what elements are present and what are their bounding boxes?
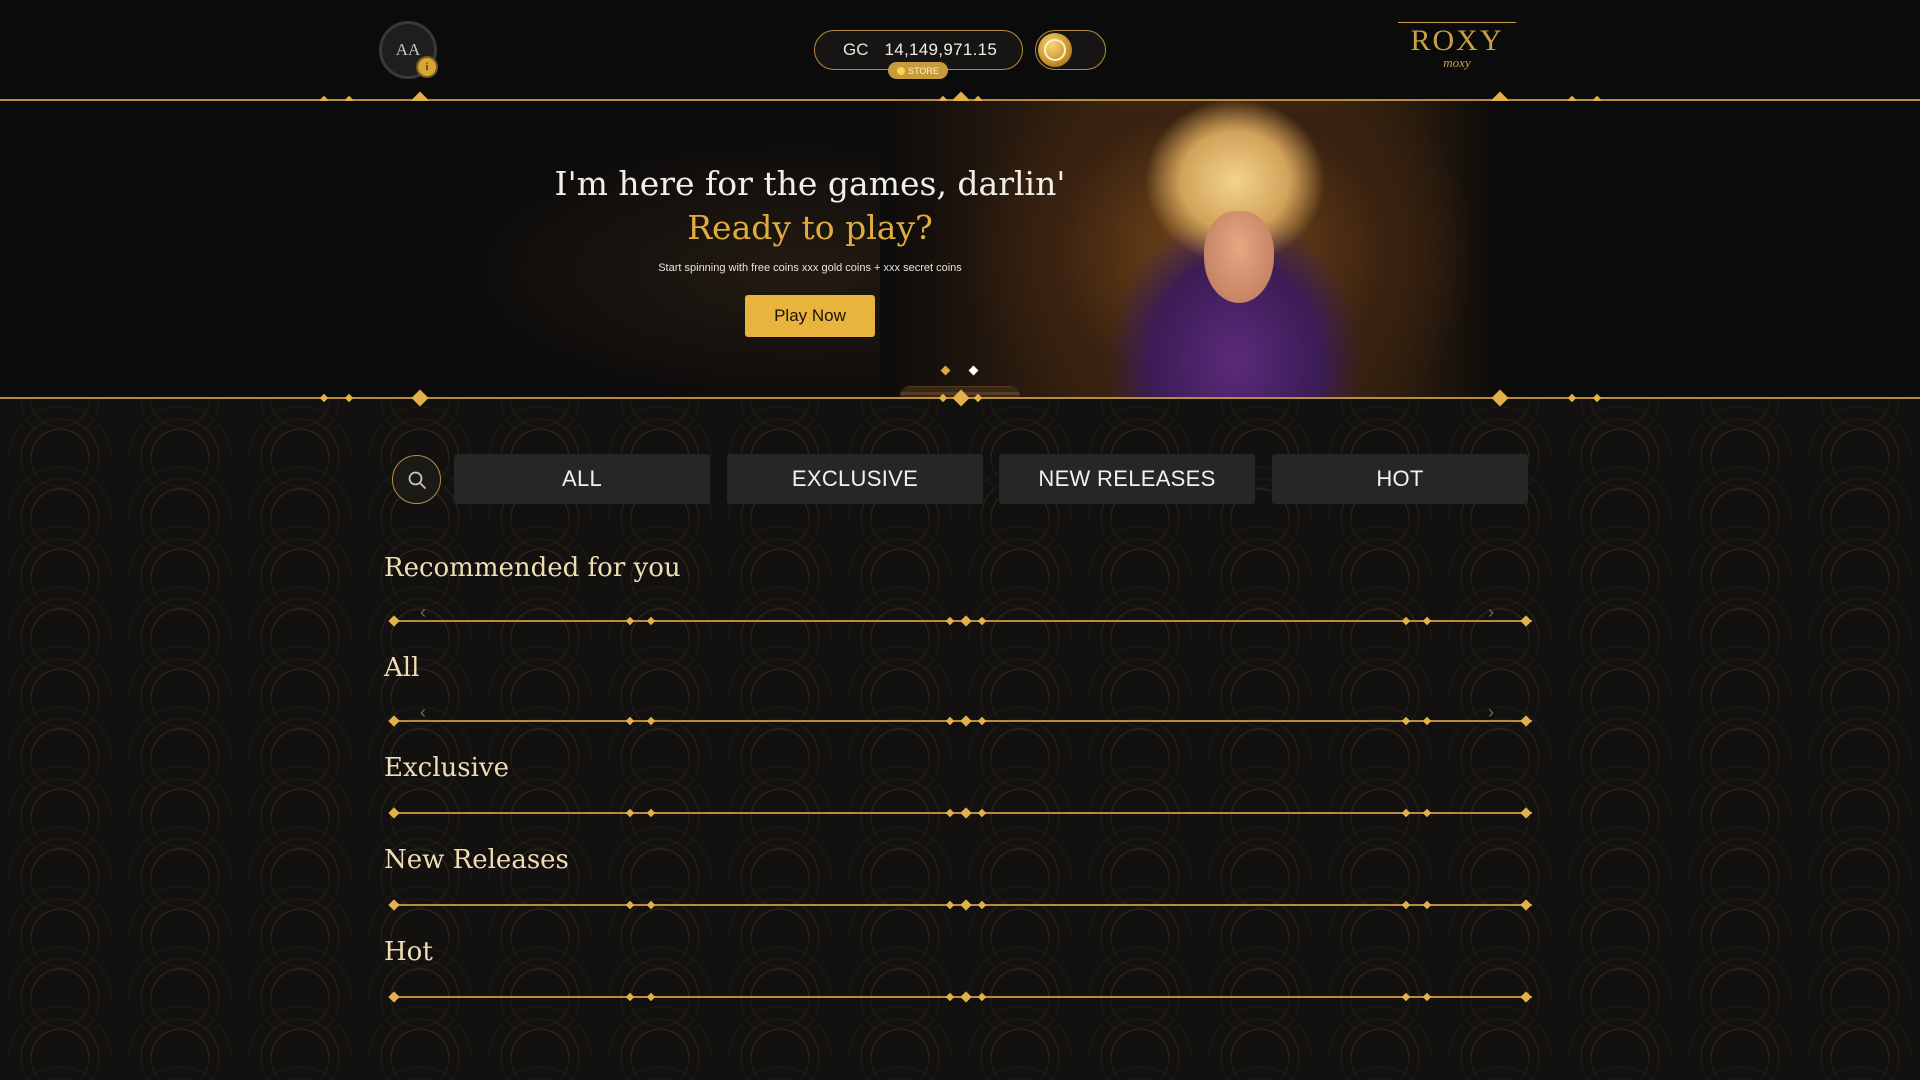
top-header: AA i GC 14,149,971.15 STORE ROXY moxy [0, 0, 1920, 100]
logo-top-rule [1398, 22, 1516, 23]
chevron-left-icon[interactable]: ‹ [420, 603, 426, 621]
section-title-all: All [384, 653, 420, 683]
avatar-info-badge[interactable]: i [416, 56, 438, 78]
hero-description: Start spinning with free coins xxx gold … [658, 262, 962, 274]
section-title-recommended: Recommended for you [384, 553, 681, 583]
chevron-left-icon[interactable]: ‹ [420, 703, 426, 721]
coin-icon [1038, 33, 1072, 67]
coin-icon [897, 66, 906, 75]
currency-toggle[interactable] [1035, 30, 1106, 70]
balance-currency: GC [843, 40, 869, 59]
balance-amount: 14,149,971.15 [884, 40, 998, 59]
logo-main-text: ROXY [1410, 24, 1504, 57]
hero-text: I'm here for the games, darlin' Ready to… [510, 162, 1110, 274]
hero-title: I'm here for the games, darlin' [554, 164, 1066, 203]
store-button[interactable]: STORE [888, 62, 948, 79]
store-label: STORE [908, 65, 939, 76]
hero-woman-face [1204, 211, 1274, 303]
tab-hot[interactable]: HOT [1272, 454, 1528, 504]
tab-all[interactable]: ALL [454, 454, 710, 504]
chevron-right-icon[interactable]: › [1488, 703, 1494, 721]
hero-subtitle: Ready to play? [687, 208, 933, 247]
tab-exclusive[interactable]: EXCLUSIVE [727, 454, 983, 504]
search-button[interactable] [392, 455, 441, 504]
tab-new-releases[interactable]: NEW RELEASES [999, 454, 1255, 504]
section-title-new-releases: New Releases [384, 845, 569, 875]
section-title-hot: Hot [384, 937, 433, 967]
search-icon [408, 471, 426, 489]
chevron-right-icon[interactable]: › [1488, 603, 1494, 621]
avatar-initials: AA [395, 40, 421, 59]
avatar[interactable]: AA i [379, 21, 438, 79]
logo-sub-text: moxy [1443, 55, 1471, 70]
section-title-exclusive: Exclusive [384, 753, 509, 783]
roxy-moxy-logo[interactable]: ROXY moxy [1394, 22, 1520, 78]
play-now-button[interactable]: Play Now [745, 295, 875, 337]
